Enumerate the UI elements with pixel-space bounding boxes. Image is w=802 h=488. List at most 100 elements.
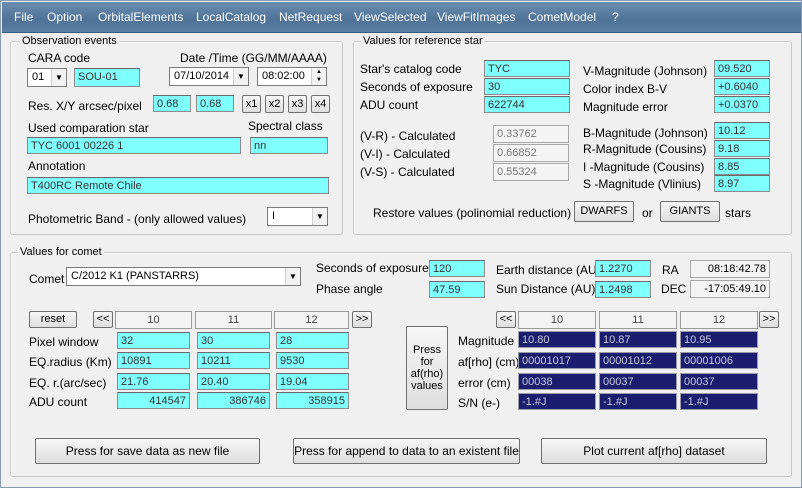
ref-exposure-field[interactable]: 30 <box>484 78 570 95</box>
catalog-code-label: Star's catalog code <box>360 62 462 76</box>
vs-label: (V-S) - Calculated <box>360 165 455 179</box>
or-label: or <box>642 206 653 220</box>
cara-code-field[interactable]: SOU-01 <box>74 68 140 87</box>
menu-viewselected[interactable]: ViewSelected <box>354 10 427 24</box>
vr-label: (V-R) - Calculated <box>360 129 456 143</box>
resolution-label: Res. X/Y arcsec/pixel <box>28 99 142 113</box>
menu-option[interactable]: Option <box>47 10 82 24</box>
prev-columns-button[interactable]: << <box>93 311 113 328</box>
reset-button[interactable]: reset <box>29 311 77 328</box>
eq-radius-km-11[interactable]: 10211 <box>197 352 270 369</box>
comet-exposure-label: Seconds of exposure <box>316 261 429 275</box>
observation-events-title: Observation events <box>20 35 119 47</box>
menu-help[interactable]: ? <box>612 10 619 24</box>
earth-distance-label: Earth distance (AU) <box>496 263 601 277</box>
comparison-star-field[interactable]: TYC 6001 00226 1 <box>27 137 241 154</box>
adu-count-10[interactable]: 414547 <box>117 392 190 409</box>
magnitude-error-field[interactable]: +0.0370 <box>714 96 770 113</box>
error-11: 00037 <box>599 373 677 390</box>
pixel-window-10[interactable]: 32 <box>117 332 190 349</box>
b-magnitude-field[interactable]: 10.12 <box>714 122 770 139</box>
comet-exposure-field[interactable]: 120 <box>429 260 485 277</box>
ra-label: RA <box>662 263 679 277</box>
zoom-x2-button[interactable]: x2 <box>265 95 284 113</box>
adu-count-12[interactable]: 358915 <box>276 392 349 409</box>
catalog-code-field[interactable]: TYC <box>484 60 570 77</box>
ref-adu-field[interactable]: 622744 <box>484 96 570 113</box>
eq-radius-arc-label: EQ. r.(arc/sec) <box>29 376 107 390</box>
comparison-star-label: Used comparation star <box>28 121 149 135</box>
spinner-arrows-icon[interactable]: ▲ ▼ <box>311 68 326 85</box>
magnitude-12: 10.95 <box>680 331 758 348</box>
restore-label: Restore values (polinomial reduction) fo… <box>373 206 589 220</box>
earth-distance-field[interactable]: 1.2270 <box>595 260 651 277</box>
results-next-button[interactable]: >> <box>759 311 779 328</box>
magnitude-10: 10.80 <box>518 331 596 348</box>
i-magnitude-label: I -Magnitude (Cousins) <box>583 160 705 174</box>
eq-radius-arc-12[interactable]: 19.04 <box>276 373 349 390</box>
zoom-x1-button[interactable]: x1 <box>242 95 261 113</box>
annotation-field[interactable]: T400RC Remote Chile <box>27 177 329 194</box>
photometric-band-select[interactable]: I ▼ <box>267 207 328 226</box>
error-10: 00038 <box>518 373 596 390</box>
menu-file[interactable]: File <box>14 10 33 24</box>
date-select[interactable]: 07/10/2014 ▼ <box>169 67 249 86</box>
time-spinner[interactable]: 08:02:00 ▲ ▼ <box>257 67 327 86</box>
comet-label: Comet <box>29 272 65 286</box>
vi-field: 0.66852 <box>493 144 569 162</box>
zoom-x4-button[interactable]: x4 <box>311 95 330 113</box>
plot-afrho-button[interactable]: Plot current af[rho] dataset <box>541 438 767 464</box>
v-magnitude-label: V-Magnitude (Johnson) <box>583 64 708 78</box>
afrho-button[interactable]: Press for af(rho) values <box>406 326 448 410</box>
eq-radius-arc-10[interactable]: 21.76 <box>117 373 190 390</box>
menu-orbitalelements[interactable]: OrbitalElements <box>98 10 183 24</box>
reference-star-title: Values for reference star <box>361 35 485 47</box>
sun-distance-field[interactable]: 1.2498 <box>595 281 651 298</box>
eq-radius-arc-11[interactable]: 20.40 <box>197 373 270 390</box>
ra-field: 08:18:42.78 <box>690 260 770 278</box>
results-header-11: 11 <box>599 311 677 329</box>
zoom-x3-button[interactable]: x3 <box>288 95 307 113</box>
v-magnitude-field[interactable]: 09.520 <box>714 60 770 77</box>
next-columns-button[interactable]: >> <box>352 311 372 328</box>
cara-number-select[interactable]: 01 ▼ <box>27 68 67 87</box>
date-time-label: Date /Time (GG/MM/AAAA) <box>180 51 327 65</box>
append-file-button[interactable]: Press for append to data to an existent … <box>293 438 520 464</box>
magnitude-error-label: Magnitude error <box>583 100 668 114</box>
magnitude-11: 10.87 <box>599 331 677 348</box>
eq-radius-km-10[interactable]: 10891 <box>117 352 190 369</box>
error-12: 00037 <box>680 373 758 390</box>
sn-label: S/N (e-) <box>458 396 500 410</box>
s-magnitude-field[interactable]: 8.97 <box>714 175 770 192</box>
pixel-window-11[interactable]: 30 <box>197 332 270 349</box>
res-y-field[interactable]: 0.68 <box>196 95 234 112</box>
sun-distance-label: Sun Distance (AU) <box>496 282 596 296</box>
results-prev-button[interactable]: << <box>496 311 516 328</box>
cara-code-label: CARA code <box>28 51 91 65</box>
giants-button[interactable]: GIANTS <box>660 201 720 222</box>
s-magnitude-label: S -Magnitude (Vlinius) <box>583 177 702 191</box>
menu-netrequest[interactable]: NetRequest <box>279 10 342 24</box>
menu-viewfitimages[interactable]: ViewFitImages <box>437 10 515 24</box>
dwarfs-button[interactable]: DWARFS <box>574 201 634 222</box>
i-magnitude-field[interactable]: 8.85 <box>714 158 770 175</box>
color-index-field[interactable]: +0.6040 <box>714 78 770 95</box>
ref-exposure-label: Seconds of exposure <box>360 80 473 94</box>
main-window: File Option OrbitalElements LocalCatalog Net… <box>0 0 802 488</box>
menu-bar: File Option OrbitalElements LocalCatalog Net… <box>2 2 801 33</box>
res-x-field[interactable]: 0.68 <box>153 95 191 112</box>
vr-field: 0.33762 <box>493 125 569 143</box>
stars-label: stars <box>725 206 752 220</box>
phase-angle-field[interactable]: 47.59 <box>429 281 485 298</box>
comet-select[interactable]: C/2012 K1 (PANSTARRS) ▼ <box>66 267 301 286</box>
spectral-class-field[interactable]: nn <box>250 137 328 154</box>
eq-radius-km-12[interactable]: 9530 <box>276 352 349 369</box>
adu-count-11[interactable]: 386746 <box>197 392 270 409</box>
pixel-window-12[interactable]: 28 <box>276 332 349 349</box>
sn-11: -1.#J <box>599 393 677 410</box>
save-new-file-button[interactable]: Press for save data as new file <box>35 438 260 464</box>
sn-12: -1.#J <box>680 393 758 410</box>
menu-cometmodel[interactable]: CometModel <box>528 10 596 24</box>
r-magnitude-field[interactable]: 9.18 <box>714 140 770 157</box>
menu-localcatalog[interactable]: LocalCatalog <box>196 10 266 24</box>
